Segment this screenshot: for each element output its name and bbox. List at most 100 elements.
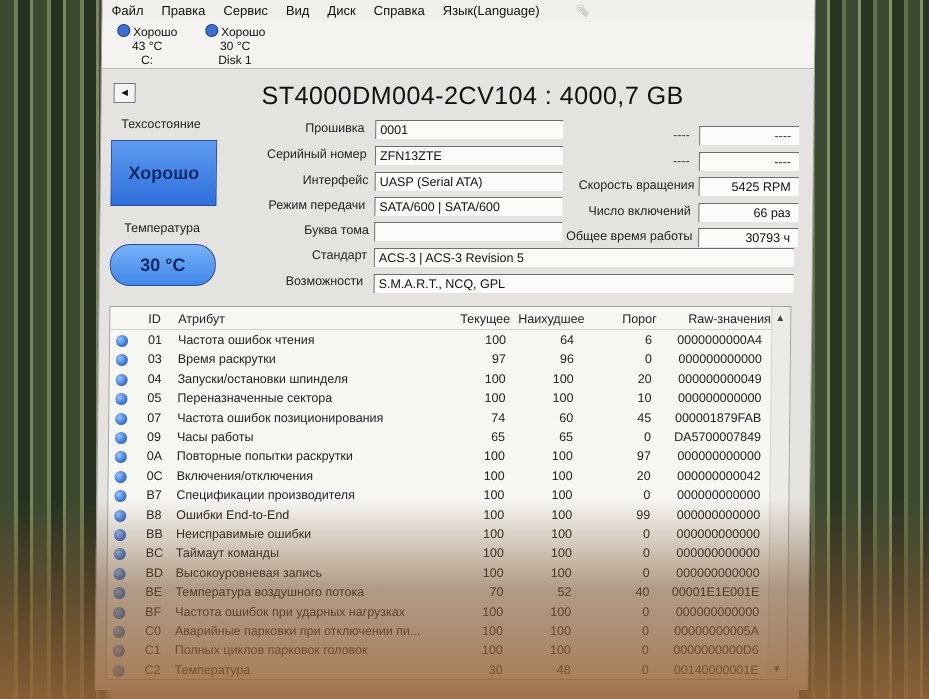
attribute-current: 100 <box>483 488 505 503</box>
disk-status: Хорошо <box>133 25 178 39</box>
desktop-wallpaper-right <box>799 0 929 699</box>
attribute-raw: 000000000000 <box>676 565 760 580</box>
attribute-current: 100 <box>482 604 504 619</box>
attribute-name: Полных циклов парковок головок <box>174 643 368 658</box>
attribute-id: BE <box>145 585 163 600</box>
attribute-worst: 100 <box>550 565 572 580</box>
attribute-raw: 000000000000 <box>676 546 760 561</box>
attribute-threshold: 0 <box>641 624 650 638</box>
disk-temp: 30 °C <box>219 39 251 53</box>
firmware-field: 0001 <box>375 120 564 139</box>
disk-model-title: ST4000DM004-2CV104 : 4000,7 GB <box>261 82 684 110</box>
attribute-status-dot-icon <box>115 393 128 406</box>
attribute-name: Таймаут команды <box>175 546 280 561</box>
table-row[interactable]: BD Высокоуровневая запись 100 100 0 000000000… <box>108 564 768 583</box>
power-hours-field: 30793 ч <box>698 228 799 247</box>
attribute-current: 70 <box>489 585 504 600</box>
attribute-raw: 000000000000 <box>675 604 760 619</box>
attribute-status-dot-icon <box>113 567 126 580</box>
attribute-status-dot-icon <box>114 490 127 503</box>
table-row[interactable]: BC Таймаут команды 100 100 0 000000000000 <box>108 544 768 563</box>
table-row[interactable]: 07 Частота ошибок позиционирования 74 60 45 0… <box>109 409 769 428</box>
table-row[interactable]: 01 Частота ошибок чтения 100 64 6 0000000000A… <box>110 331 770 350</box>
attribute-status-dot-icon <box>113 587 126 600</box>
attribute-id: 0A <box>146 449 163 464</box>
attribute-name: Время раскрутки <box>177 352 276 367</box>
table-row[interactable]: 03 Время раскрутки 97 96 0 000000000000 <box>110 350 770 369</box>
rpm-field: 5425 RPM <box>698 177 799 196</box>
table-row[interactable]: B8 Ошибки End-to-End 100 100 99 000000000000 <box>108 506 768 525</box>
attribute-threshold: 45 <box>637 410 652 425</box>
table-row[interactable]: BB Неисправимые ошибки 100 100 0 000000000000 <box>108 525 768 544</box>
attribute-threshold: 10 <box>637 391 652 406</box>
table-row[interactable]: BF Частота ошибок при ударных нагрузках 10… <box>107 603 767 622</box>
table-row[interactable]: 0C Включения/отключения 100 100 20 0000000000… <box>109 467 769 486</box>
attribute-id: BF <box>145 604 162 619</box>
attribute-threshold: 6 <box>645 333 653 347</box>
scroll-up-icon[interactable]: ▲ <box>775 313 785 324</box>
attribute-current: 74 <box>491 410 506 425</box>
attribute-raw: DA5700007849 <box>674 430 762 444</box>
attribute-status-dot-icon <box>112 626 126 638</box>
previous-disk-button[interactable]: ◄ <box>113 83 136 103</box>
col-worst[interactable]: Наихудшее <box>518 312 584 326</box>
table-row[interactable]: BE Температура воздушного потока 70 52 40 000… <box>107 583 767 602</box>
attribute-status-dot-icon <box>115 354 128 367</box>
attribute-threshold: 0 <box>644 352 652 367</box>
volume-field <box>374 222 563 241</box>
table-row[interactable]: 05 Переназначенные сектора 100 100 10 0000000… <box>109 389 769 408</box>
table-row[interactable]: C2 Температура 30 48 0 00140000001E <box>106 661 766 680</box>
menu-file[interactable]: Файл <box>102 0 152 22</box>
col-attribute[interactable]: Атрибут <box>178 312 225 326</box>
attribute-current: 100 <box>482 546 504 561</box>
attribute-threshold: 20 <box>637 371 652 386</box>
smart-attributes-table[interactable]: ID Атрибут Текущее Наихудшее Порог Raw-з… <box>105 306 792 680</box>
table-row[interactable]: 09 Часы работы 65 65 0 DA5700007849 <box>109 428 769 447</box>
disk-tab-c[interactable]: Хорошо 43 °C C: <box>102 24 192 67</box>
scroll-down-icon[interactable]: ▼ <box>772 664 782 675</box>
attribute-raw: 00001E1E001E <box>671 585 760 600</box>
standard-label: Стандарт <box>311 248 368 262</box>
menu-edit[interactable]: Правка <box>152 0 214 22</box>
table-row[interactable]: 04 Запуски/остановки шпинделя 100 100 20 0000… <box>110 370 770 389</box>
attribute-id: 04 <box>147 371 162 386</box>
attribute-raw: 000000000000 <box>677 391 762 406</box>
attribute-id: B8 <box>146 507 162 522</box>
col-threshold[interactable]: Порог <box>622 312 657 326</box>
attribute-name: Температура воздушного потока <box>175 585 365 600</box>
attribute-worst: 100 <box>551 507 573 522</box>
volume-label: Буква тома <box>304 223 369 237</box>
col-current[interactable]: Текущее <box>460 312 510 326</box>
attribute-status-dot-icon <box>114 432 128 444</box>
power-count-label: Число включений <box>588 204 691 218</box>
table-scrollbar[interactable]: ▲ ▼ <box>767 307 791 679</box>
attribute-raw: 000001879FAB <box>674 410 762 425</box>
attribute-status-dot-icon <box>112 664 125 677</box>
menu-view[interactable]: Вид <box>277 0 319 22</box>
table-row[interactable]: B7 Спецификации производителя 100 100 0 00000… <box>108 486 768 505</box>
menu-service[interactable]: Сервис <box>214 0 277 22</box>
mouse-cursor-icon: ⇖ <box>575 0 591 20</box>
col-id[interactable]: ID <box>148 312 161 326</box>
menu-language[interactable]: Язык(Language) <box>434 0 549 22</box>
attribute-raw: 000000000000 <box>676 527 761 541</box>
attribute-raw: 000000000000 <box>676 488 761 503</box>
r1-field: ---- <box>699 126 800 145</box>
table-row[interactable]: 0A Повторные попытки раскрутки 100 100 97 000… <box>109 447 769 466</box>
r2-field: ---- <box>698 152 800 171</box>
col-raw[interactable]: Raw-значения <box>688 312 771 326</box>
attribute-worst: 100 <box>549 643 571 658</box>
attribute-name: Ошибки End-to-End <box>176 507 290 522</box>
attribute-current: 100 <box>483 468 505 483</box>
attribute-worst: 100 <box>550 604 572 619</box>
health-status-badge[interactable]: Хорошо <box>110 140 218 206</box>
health-dot-icon <box>117 24 131 37</box>
attribute-status-dot-icon <box>113 606 126 619</box>
attribute-raw: 00140000001E <box>673 662 759 677</box>
menu-help[interactable]: Справка <box>365 0 434 22</box>
menu-disk[interactable]: Диск <box>318 0 364 22</box>
table-row[interactable]: C1 Полных циклов парковок головок 100 100 0 0… <box>107 641 767 660</box>
disk-status: Хорошо <box>221 25 266 39</box>
disk-tab-disk1[interactable]: Хорошо 30 °C Disk 1 <box>190 24 280 67</box>
table-row[interactable]: C0 Аварийные парковки при отключении пи..… <box>107 622 767 641</box>
